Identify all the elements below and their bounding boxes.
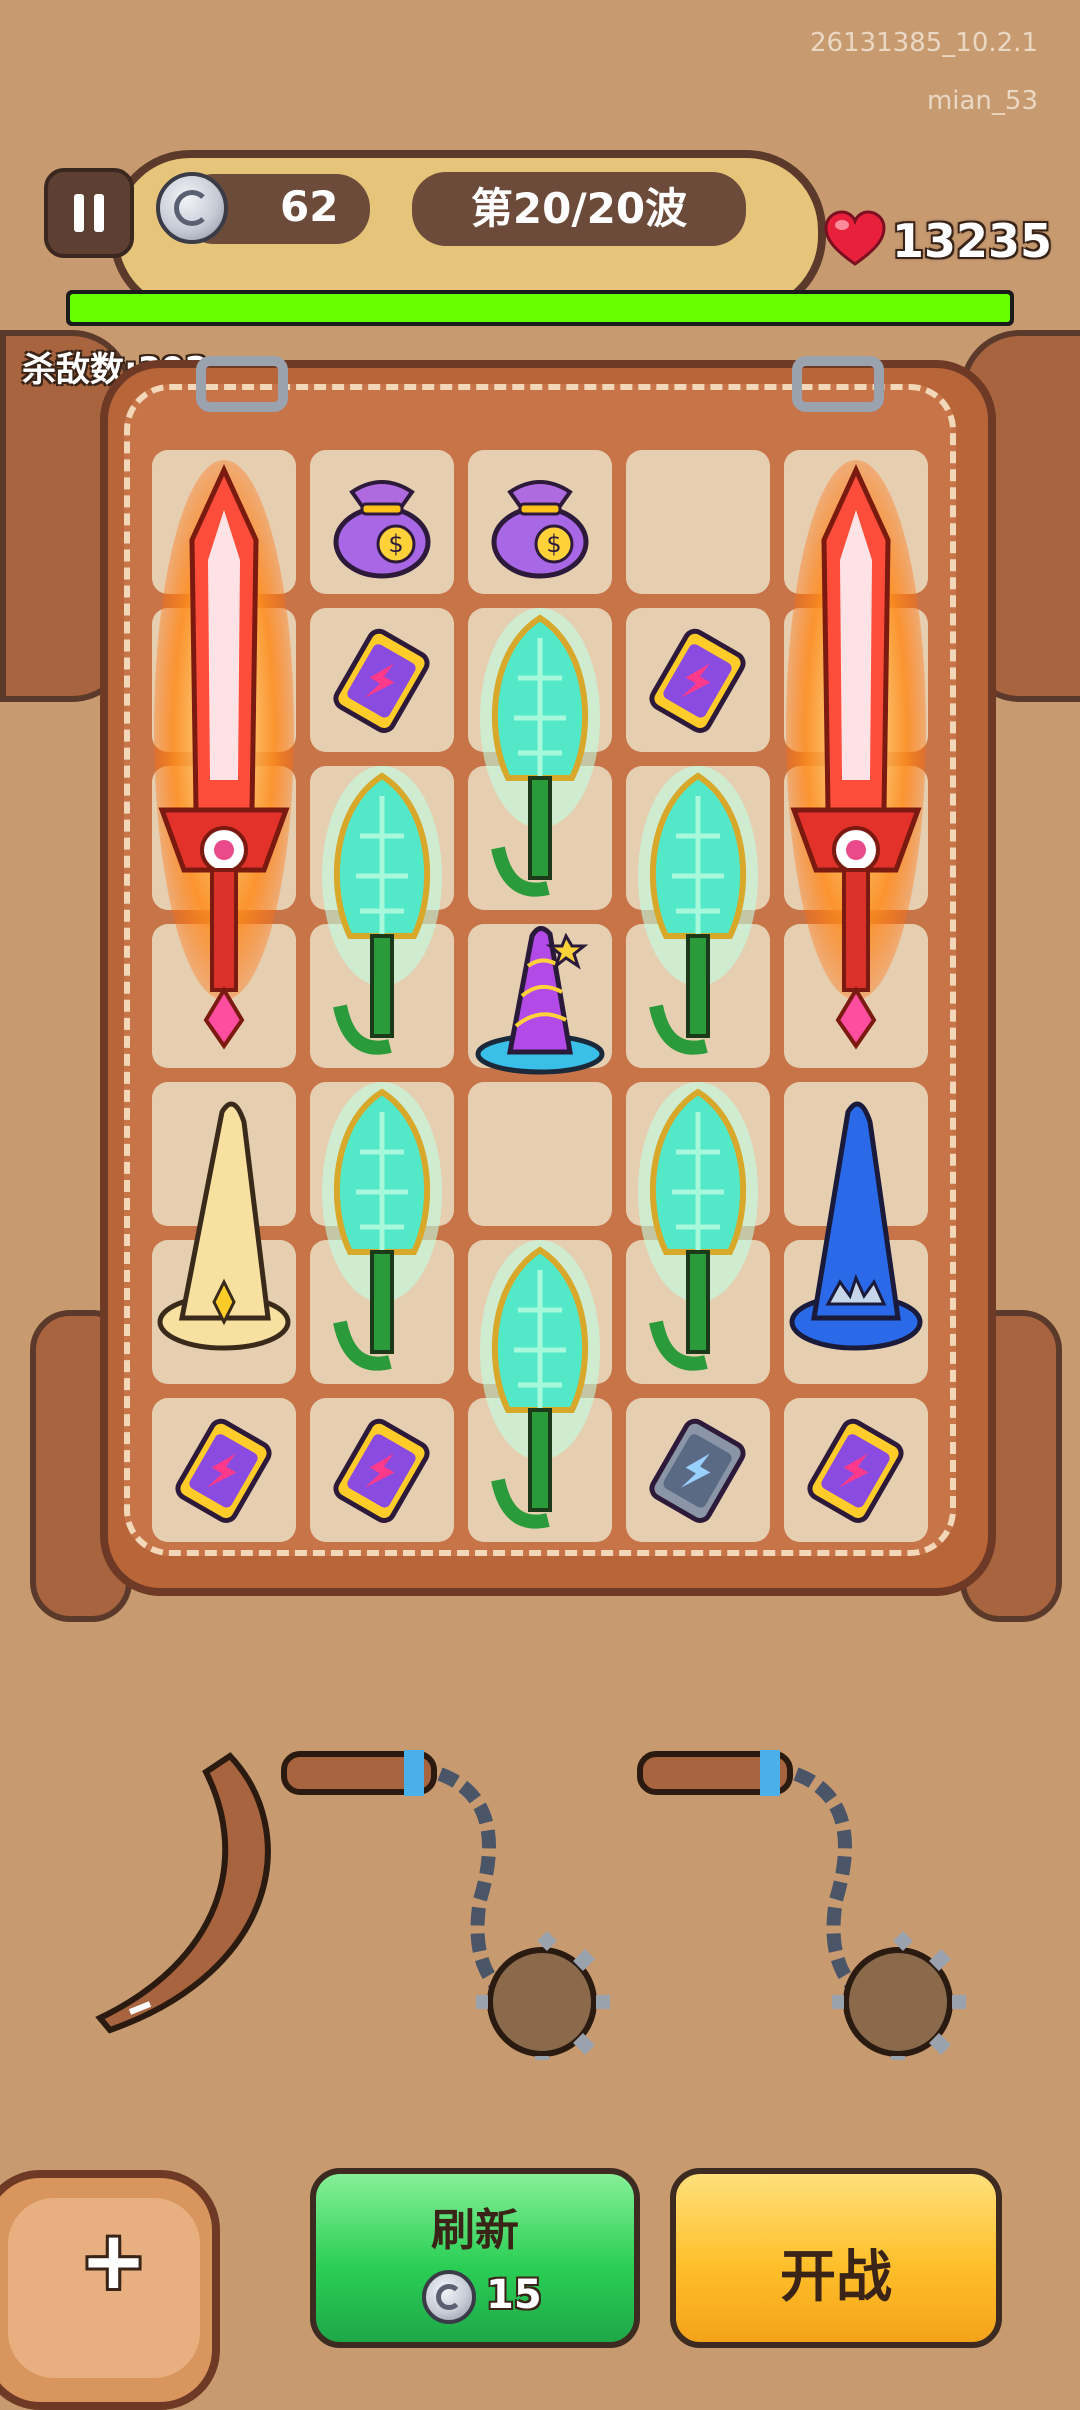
jade-scepter-icon xyxy=(638,1082,758,1371)
flame-sword-right[interactable] xyxy=(784,450,928,1062)
svg-text:$: $ xyxy=(546,530,561,558)
wizard-hat-blue[interactable] xyxy=(784,1082,928,1384)
user-watermark: mian_53 xyxy=(926,86,1038,116)
jade-scepter-icon xyxy=(638,766,758,1055)
battery-grey[interactable] xyxy=(626,1398,770,1542)
jade-scepter-4[interactable] xyxy=(310,1082,454,1384)
battery-icon xyxy=(333,628,430,733)
pause-button[interactable] xyxy=(44,168,134,258)
jade-scepter-3[interactable] xyxy=(626,766,770,1068)
wave-indicator: 第20/20波 xyxy=(412,172,746,246)
start-label: 开战 xyxy=(780,2245,892,2310)
battery-3[interactable] xyxy=(152,1398,296,1542)
wizard-hat-icon xyxy=(157,1101,291,1351)
wizard-hat-icon xyxy=(475,926,605,1075)
hp-bar xyxy=(66,290,1014,326)
flail-icon[interactable] xyxy=(280,1740,640,2060)
hp-bar-fill xyxy=(70,294,1010,322)
battery-2[interactable] xyxy=(626,608,770,752)
jade-scepter-6[interactable] xyxy=(468,1240,612,1542)
money-bag-icon: $ xyxy=(491,480,589,579)
refresh-label: 刷新 xyxy=(431,2205,519,2256)
jade-scepter-5[interactable] xyxy=(626,1082,770,1384)
flame-sword-icon xyxy=(786,460,926,1050)
jade-scepter-icon xyxy=(322,766,442,1055)
coin-count: 62 xyxy=(280,182,339,231)
battery-1[interactable] xyxy=(310,608,454,752)
battery-icon xyxy=(649,628,746,733)
jade-scepter-icon xyxy=(322,1082,442,1371)
jade-scepter-icon xyxy=(480,608,600,897)
jade-scepter-2[interactable] xyxy=(310,766,454,1068)
flame-sword-icon xyxy=(154,460,294,1050)
svg-text:$: $ xyxy=(388,530,403,558)
money-bag-icon: $ xyxy=(333,480,431,579)
pause-icon xyxy=(74,194,104,232)
battery-icon xyxy=(807,1418,904,1523)
battery-icon xyxy=(175,1418,272,1523)
battery-icon xyxy=(649,1418,746,1523)
money-bag-2[interactable]: $ xyxy=(468,450,612,594)
inventory-items: $ $ xyxy=(152,450,928,1548)
battery-icon xyxy=(333,1418,430,1523)
start-battle-button[interactable]: 开战 xyxy=(670,2168,1002,2348)
boomerang-icon[interactable] xyxy=(90,1750,310,2040)
coin-icon xyxy=(156,172,228,244)
build-watermark: 26131385_10.2.1 xyxy=(809,28,1038,58)
coin-icon xyxy=(422,2270,476,2324)
heart-icon xyxy=(824,210,886,266)
left-buckle xyxy=(196,356,288,412)
jade-scepter-1[interactable] xyxy=(468,608,612,910)
add-slot-button[interactable]: + xyxy=(0,2170,220,2410)
right-buckle xyxy=(792,356,884,412)
flame-sword-left[interactable] xyxy=(152,450,296,1062)
refresh-button[interactable]: 刷新 15 xyxy=(310,2168,640,2348)
jade-scepter-icon xyxy=(480,1240,600,1529)
wizard-hat-cream[interactable] xyxy=(152,1082,296,1384)
wave-text: 第20/20波 xyxy=(470,184,688,233)
money-bag-1[interactable]: $ xyxy=(310,450,454,594)
wizard-hat-icon xyxy=(789,1101,923,1351)
battery-5[interactable] xyxy=(784,1398,928,1542)
wizard-hat-purple[interactable] xyxy=(468,924,612,1075)
hp-value: 13235 xyxy=(892,214,1053,268)
battery-4[interactable] xyxy=(310,1398,454,1542)
plus-icon: + xyxy=(80,2214,148,2307)
refresh-cost: 15 xyxy=(486,2272,542,2318)
flail-icon[interactable] xyxy=(636,1740,996,2060)
